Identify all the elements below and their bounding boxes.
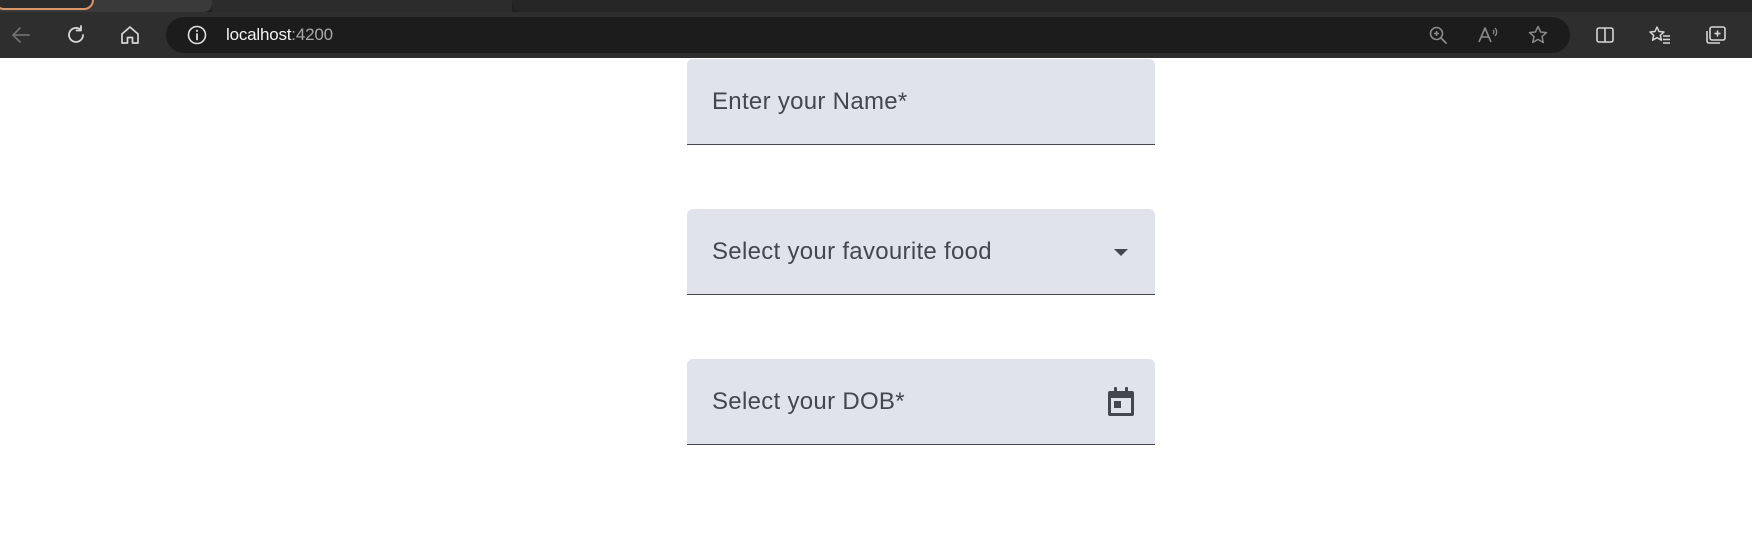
address-url[interactable]: localhost:4200 <box>226 17 333 53</box>
tab-profile-pill[interactable] <box>0 0 94 10</box>
favorite-star-icon[interactable] <box>1520 17 1556 53</box>
browser-tab[interactable] <box>212 0 512 12</box>
split-screen-icon[interactable] <box>1588 12 1622 58</box>
info-icon[interactable] <box>186 17 208 53</box>
favourite-food-label: Select your favourite food <box>712 238 992 265</box>
collections-icon[interactable] <box>1699 12 1733 58</box>
browser-toolbar: localhost:4200 <box>0 12 1752 58</box>
name-field[interactable]: Enter your Name* <box>687 59 1155 145</box>
address-bar[interactable]: localhost:4200 <box>166 17 1570 53</box>
name-field-label: Enter your Name* <box>712 88 908 115</box>
zoom-icon[interactable] <box>1420 17 1456 53</box>
browser-tab-strip-empty <box>512 0 1752 12</box>
dob-field[interactable]: Select your DOB* <box>687 359 1155 445</box>
refresh-icon[interactable] <box>59 12 93 58</box>
home-icon[interactable] <box>113 12 147 58</box>
calendar-icon[interactable] <box>1101 359 1141 445</box>
browser-tab-active[interactable] <box>0 0 212 12</box>
browser-tab-strip <box>0 0 1752 12</box>
favourite-food-select[interactable]: Select your favourite food <box>687 209 1155 295</box>
back-icon[interactable] <box>4 12 38 58</box>
dropdown-arrow-icon[interactable] <box>1101 209 1141 295</box>
url-host: localhost <box>226 25 292 44</box>
read-aloud-icon[interactable] <box>1470 17 1506 53</box>
url-port: :4200 <box>291 25 333 44</box>
favorites-icon[interactable] <box>1643 12 1677 58</box>
dob-field-label: Select your DOB* <box>712 388 905 415</box>
